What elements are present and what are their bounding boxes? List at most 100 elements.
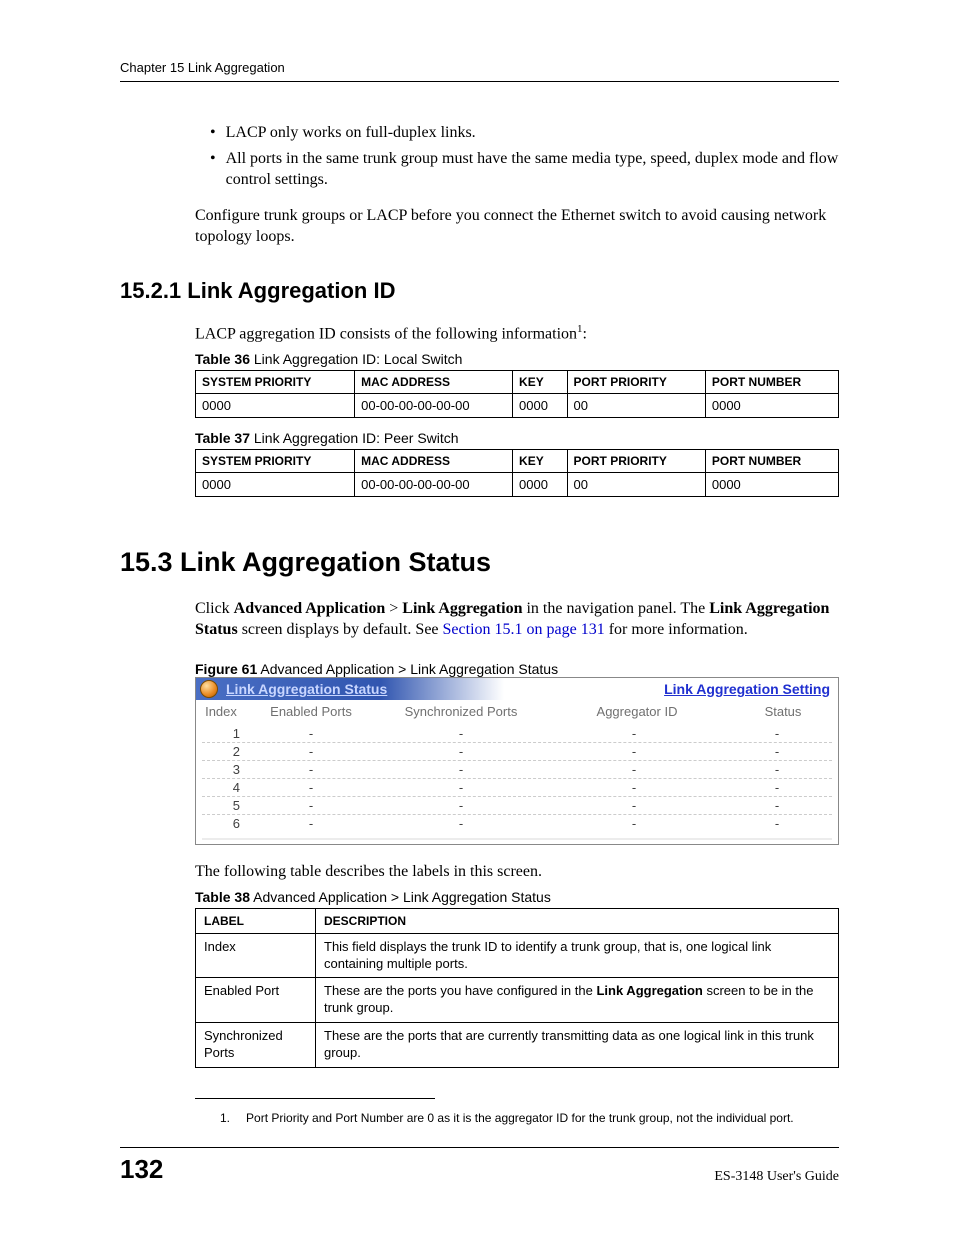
table-row: Enabled Port These are the ports you hav… xyxy=(196,978,839,1023)
cell-enabled: - xyxy=(246,744,376,759)
cell-agg: - xyxy=(546,762,722,777)
figure-header: Link Aggregation Status Link Aggregation… xyxy=(196,678,838,700)
link-aggregation-setting-link[interactable]: Link Aggregation Setting xyxy=(664,681,838,697)
page-number: 132 xyxy=(120,1154,163,1185)
table-row: 0000 00-00-00-00-00-00 0000 00 0000 xyxy=(196,472,839,496)
td: 0000 xyxy=(705,393,838,417)
table36-caption: Table 36 Link Aggregation ID: Local Swit… xyxy=(195,351,839,367)
col-sync: Synchronized Ports xyxy=(376,704,546,719)
cell-enabled: - xyxy=(246,762,376,777)
caption-rest: Advanced Application > Link Aggregation … xyxy=(257,661,558,677)
text: LACP aggregation ID consists of the foll… xyxy=(195,325,577,342)
caption-rest: Link Aggregation ID: Local Switch xyxy=(250,351,462,367)
page-footer: 132 ES-3148 User's Guide xyxy=(120,1147,839,1185)
th: DESCRIPTION xyxy=(316,908,839,933)
figure-columns: Index Enabled Ports Synchronized Ports A… xyxy=(196,700,838,725)
footnote-text: Port Priority and Port Number are 0 as i… xyxy=(246,1111,794,1125)
cell-index: 3 xyxy=(202,762,246,777)
figure-title-area: Link Aggregation Status xyxy=(196,678,504,700)
cell-status: - xyxy=(722,798,832,813)
footnote-rule xyxy=(195,1098,435,1099)
table38: LABEL DESCRIPTION Index This field displ… xyxy=(195,908,839,1068)
table37-caption: Table 37 Link Aggregation ID: Peer Switc… xyxy=(195,430,839,446)
th: MAC ADDRESS xyxy=(355,370,513,393)
text: > xyxy=(385,600,402,617)
orb-icon xyxy=(200,680,218,698)
paragraph-lacp-id: LACP aggregation ID consists of the foll… xyxy=(195,322,839,345)
th: SYSTEM PRIORITY xyxy=(196,449,355,472)
figure-row: 2---- xyxy=(202,743,832,761)
text: : xyxy=(583,325,587,342)
caption-bold: Table 38 xyxy=(195,889,250,905)
figure-title: Link Aggregation Status xyxy=(226,681,387,697)
cell-index: 6 xyxy=(202,816,246,831)
td: 00-00-00-00-00-00 xyxy=(355,393,513,417)
td: 0000 xyxy=(513,393,568,417)
td-desc: This field displays the trunk ID to iden… xyxy=(316,933,839,978)
figure-row: 6---- xyxy=(202,815,832,832)
caption-rest: Advanced Application > Link Aggregation … xyxy=(250,889,551,905)
th: PORT PRIORITY xyxy=(567,449,705,472)
bullet-text: LACP only works on full-duplex links. xyxy=(226,122,476,144)
td-label: Enabled Port xyxy=(196,978,316,1023)
td: 00 xyxy=(567,472,705,496)
table38-caption: Table 38 Advanced Application > Link Agg… xyxy=(195,889,839,905)
cell-sync: - xyxy=(376,816,546,831)
bullet-icon: • xyxy=(210,122,216,144)
td-desc: These are the ports you have configured … xyxy=(316,978,839,1023)
cell-status: - xyxy=(722,744,832,759)
col-enabled: Enabled Ports xyxy=(246,704,376,719)
td-label: Index xyxy=(196,933,316,978)
th: LABEL xyxy=(196,908,316,933)
bullet-item: • LACP only works on full-duplex links. xyxy=(210,122,839,144)
paragraph-configure: Configure trunk groups or LACP before yo… xyxy=(195,205,839,248)
text: screen displays by default. See xyxy=(238,621,443,638)
th: SYSTEM PRIORITY xyxy=(196,370,355,393)
table-header-row: SYSTEM PRIORITY MAC ADDRESS KEY PORT PRI… xyxy=(196,370,839,393)
cell-index: 4 xyxy=(202,780,246,795)
cell-sync: - xyxy=(376,726,546,741)
text-bold: Link Aggregation xyxy=(402,600,522,617)
cell-agg: - xyxy=(546,726,722,741)
guide-name: ES-3148 User's Guide xyxy=(714,1169,839,1185)
td: 0000 xyxy=(196,393,355,417)
bullet-text: All ports in the same trunk group must h… xyxy=(226,148,839,191)
text: Click xyxy=(195,600,234,617)
table-header-row: LABEL DESCRIPTION xyxy=(196,908,839,933)
cell-enabled: - xyxy=(246,780,376,795)
th: MAC ADDRESS xyxy=(355,449,513,472)
caption-bold: Table 36 xyxy=(195,351,250,367)
cell-agg: - xyxy=(546,816,722,831)
cross-ref-link[interactable]: Section 15.1 on page 131 xyxy=(443,621,605,638)
cell-index: 1 xyxy=(202,726,246,741)
figure-row: 5---- xyxy=(202,797,832,815)
cell-index: 2 xyxy=(202,744,246,759)
text-bold: Link Aggregation xyxy=(596,983,702,998)
table37: SYSTEM PRIORITY MAC ADDRESS KEY PORT PRI… xyxy=(195,449,839,497)
th: KEY xyxy=(513,449,568,472)
col-index: Index xyxy=(196,704,246,719)
cell-status: - xyxy=(722,780,832,795)
heading-15-2-1: 15.2.1 Link Aggregation ID xyxy=(120,278,839,304)
col-status: Status xyxy=(728,704,838,719)
cell-status: - xyxy=(722,816,832,831)
figure-row: 1---- xyxy=(202,725,832,743)
th: PORT NUMBER xyxy=(705,449,838,472)
table-row: Synchronized Ports These are the ports t… xyxy=(196,1023,839,1068)
cell-index: 5 xyxy=(202,798,246,813)
bullet-icon: • xyxy=(210,148,216,191)
figure61: Link Aggregation Status Link Aggregation… xyxy=(195,677,839,845)
cell-enabled: - xyxy=(246,726,376,741)
td: 0000 xyxy=(705,472,838,496)
td-desc: These are the ports that are currently t… xyxy=(316,1023,839,1068)
cell-sync: - xyxy=(376,762,546,777)
table-header-row: SYSTEM PRIORITY MAC ADDRESS KEY PORT PRI… xyxy=(196,449,839,472)
chapter-header: Chapter 15 Link Aggregation xyxy=(120,60,839,75)
cell-sync: - xyxy=(376,744,546,759)
figure61-caption: Figure 61 Advanced Application > Link Ag… xyxy=(195,661,839,677)
cell-agg: - xyxy=(546,798,722,813)
figure-row: 4---- xyxy=(202,779,832,797)
th: KEY xyxy=(513,370,568,393)
figure-row: 3---- xyxy=(202,761,832,779)
footnote: 1. Port Priority and Port Number are 0 a… xyxy=(220,1111,839,1125)
